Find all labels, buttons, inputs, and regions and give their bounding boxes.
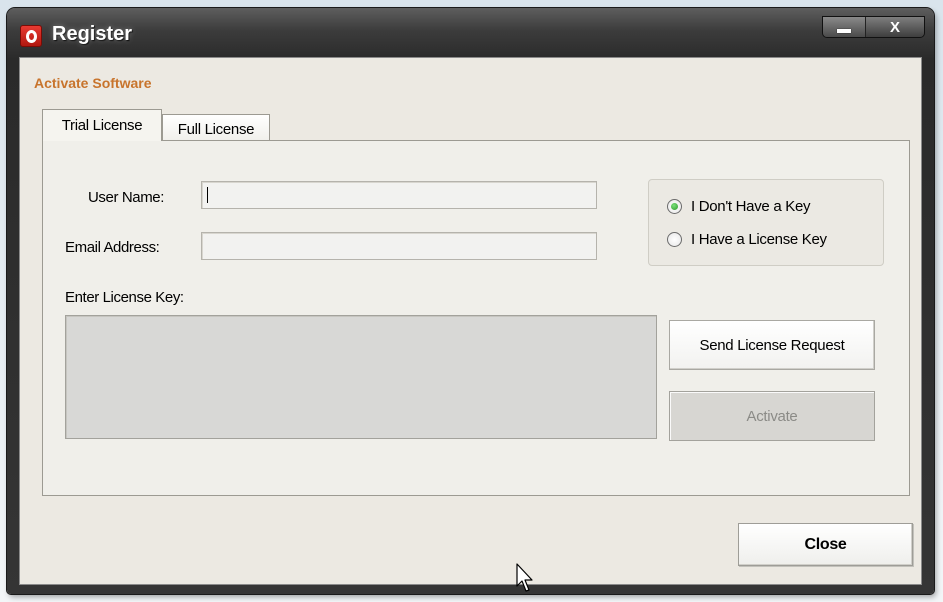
license-key-label: Enter License Key:	[65, 289, 184, 306]
close-button[interactable]: Close	[738, 523, 913, 566]
radio-no-key-label: I Don't Have a Key	[691, 197, 811, 215]
user-name-field[interactable]	[201, 181, 597, 209]
radio-checked-icon[interactable]	[667, 198, 682, 214]
trial-license-panel: User Name: Email Address: Enter License …	[42, 140, 910, 496]
radio-unchecked-icon[interactable]	[667, 231, 682, 247]
radio-have-key[interactable]: I Have a License Key	[667, 228, 827, 250]
send-license-request-button[interactable]: Send License Request	[669, 320, 875, 370]
title-bar[interactable]: Register X	[7, 8, 934, 58]
radio-no-key[interactable]: I Don't Have a Key	[667, 195, 811, 217]
text-caret	[207, 187, 208, 203]
minimize-button[interactable]	[823, 17, 866, 37]
app-logo-icon[interactable]	[20, 25, 42, 47]
window-title: Register	[52, 23, 133, 45]
email-address-field[interactable]	[201, 232, 597, 260]
key-option-group: I Don't Have a Key I Have a License Key	[648, 179, 884, 266]
minimize-icon	[837, 29, 851, 33]
email-address-label: Email Address:	[65, 239, 160, 256]
register-window: Register X Activate Software Trial Licen…	[7, 8, 934, 594]
dialog-client-area: Activate Software Trial License Full Lic…	[19, 57, 922, 592]
tab-full-license[interactable]: Full License	[162, 114, 270, 142]
caption-buttons: X	[822, 16, 925, 38]
activate-button[interactable]: Activate	[669, 391, 875, 441]
activate-software-heading: Activate Software	[34, 75, 152, 91]
radio-have-key-label: I Have a License Key	[691, 230, 827, 248]
close-icon: X	[889, 18, 900, 36]
license-key-field[interactable]	[65, 315, 657, 439]
user-name-label: User Name:	[88, 189, 165, 206]
tab-trial-license[interactable]: Trial License	[42, 109, 162, 141]
mouse-cursor-icon	[516, 563, 533, 592]
close-window-button[interactable]: X	[866, 17, 924, 37]
